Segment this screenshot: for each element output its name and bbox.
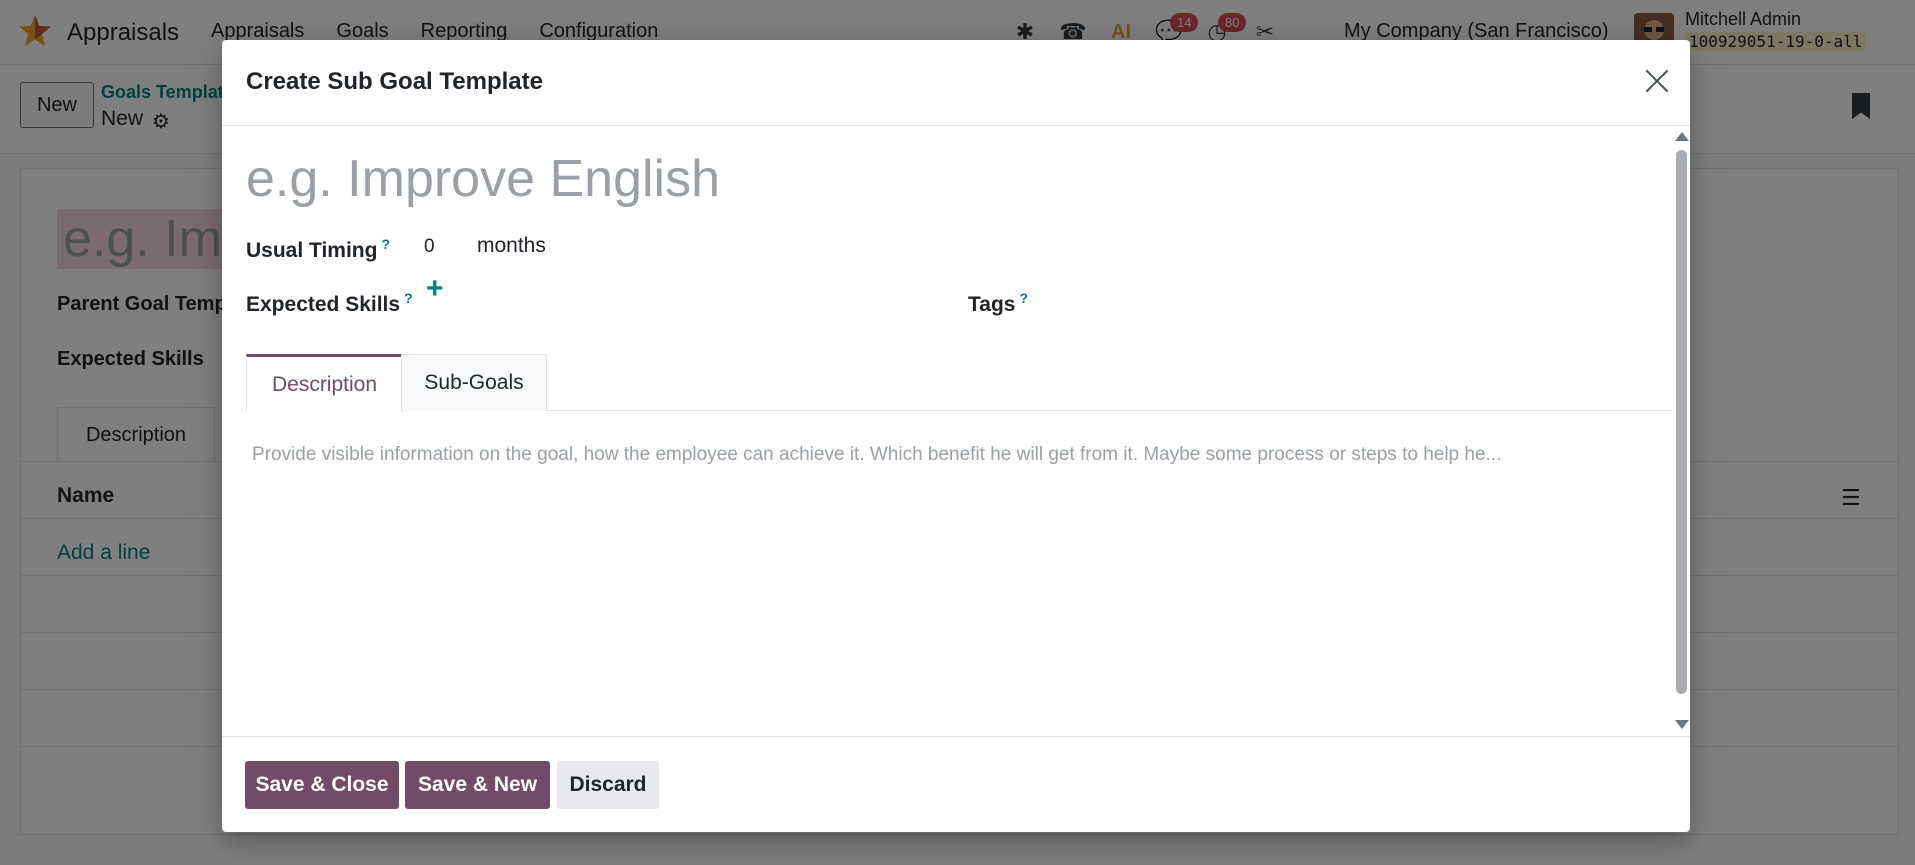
modal-header: Create Sub Goal Template xyxy=(222,40,1690,126)
save-new-button[interactable]: Save & New xyxy=(405,761,550,809)
expected-skills-help-icon[interactable]: ? xyxy=(404,290,413,306)
modal-body: Usual Timing? 0 months Expected Skills? … xyxy=(222,126,1672,736)
modal-scrollbar[interactable] xyxy=(1672,126,1690,736)
description-editor[interactable]: Provide visible information on the goal,… xyxy=(252,444,1501,466)
discard-button[interactable]: Discard xyxy=(557,761,659,809)
scroll-down-arrow-icon[interactable] xyxy=(1675,720,1689,729)
usual-timing-help-icon[interactable]: ? xyxy=(381,236,390,252)
goal-name-input[interactable] xyxy=(246,146,1646,212)
create-sub-goal-dialog: Create Sub Goal Template Usual Timing? 0… xyxy=(222,40,1690,832)
modal-footer: Save & Close Save & New Discard xyxy=(222,736,1690,833)
modal-title: Create Sub Goal Template xyxy=(246,68,543,95)
close-icon[interactable] xyxy=(1640,64,1674,98)
notebook-tabs: Description Sub-Goals xyxy=(246,354,1672,412)
usual-timing-input[interactable]: 0 xyxy=(424,236,464,258)
tags-label-text: Tags xyxy=(968,293,1016,316)
tags-help-icon[interactable]: ? xyxy=(1019,290,1028,306)
tags-label: Tags? xyxy=(968,290,1028,317)
expected-skills-label-text: Expected Skills xyxy=(246,293,401,316)
add-skill-plus-icon[interactable]: + xyxy=(426,274,444,304)
expected-skills-label: Expected Skills? xyxy=(246,290,413,317)
usual-timing-label-text: Usual Timing xyxy=(246,239,378,262)
tab-sub-goals[interactable]: Sub-Goals xyxy=(401,354,547,411)
scroll-thumb[interactable] xyxy=(1676,150,1687,694)
save-close-button[interactable]: Save & Close xyxy=(245,761,399,809)
scroll-up-arrow-icon[interactable] xyxy=(1675,132,1689,141)
tab-description[interactable]: Description xyxy=(246,354,403,412)
usual-timing-label: Usual Timing? xyxy=(246,236,390,263)
usual-timing-unit: months xyxy=(477,234,546,257)
